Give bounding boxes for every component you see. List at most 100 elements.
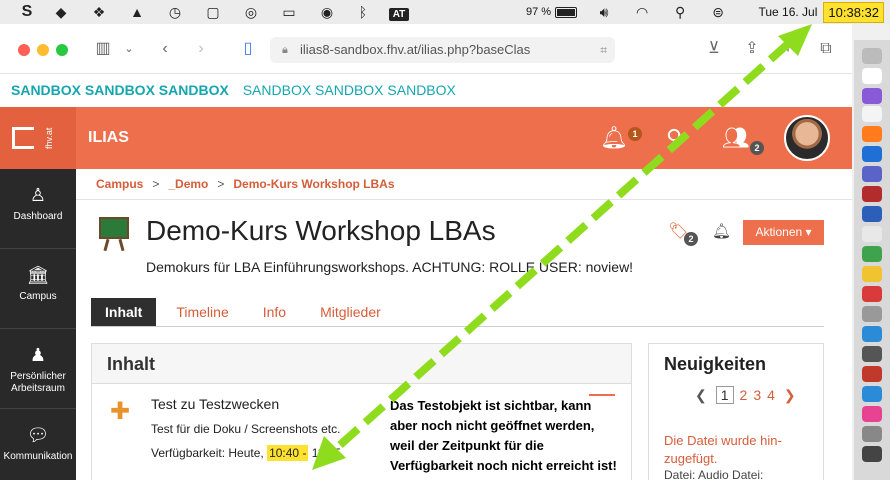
search-icon[interactable]: ⚲ xyxy=(663,4,697,21)
logo-mark-icon xyxy=(12,127,34,149)
contacts-icon[interactable]: 👥︎ xyxy=(722,125,750,151)
mainbar-item-dashboard[interactable]: ♙ Dashboard xyxy=(0,169,76,249)
menu-bar: S ◆ ❖ ▲ ◷ ▢ ◎ ▭ ◉ ᛒ AT 97 % 🔊︎ ◠ ⚲ ⊜ Tue… xyxy=(0,0,890,24)
tab-bar: Inhalt Timeline Info Mitglieder xyxy=(91,298,401,326)
bluetooth-icon[interactable]: ᛒ xyxy=(346,4,380,20)
test-item-availability: Verfügbarkeit: Heute, 10:40 - 11:35 xyxy=(151,443,341,463)
chevron-down-icon[interactable]: ⌄ xyxy=(122,38,136,60)
share-icon[interactable]: ⇪ xyxy=(742,38,762,60)
dock-app-icon[interactable] xyxy=(862,186,882,202)
dock-app-icon[interactable] xyxy=(862,446,882,462)
zoom-window-button[interactable] xyxy=(56,44,68,56)
dock-app-icon[interactable] xyxy=(862,406,882,422)
menu-bar-clock: Tue 16. Jul 10:38:32 xyxy=(758,0,890,24)
dock-app-icon[interactable] xyxy=(862,68,882,84)
dock-app-icon[interactable] xyxy=(862,426,882,442)
control-center-icon[interactable]: ⊜ xyxy=(701,4,735,21)
menu-bar-time[interactable]: 10:38:32 xyxy=(823,1,884,23)
mainbar-item-workspace[interactable]: ♟ Persönlicher Arbeitsraum xyxy=(0,329,76,409)
download-icon[interactable]: ⊻ xyxy=(704,38,724,60)
course-icon-leg xyxy=(103,238,110,252)
dock-app-icon[interactable] xyxy=(862,286,882,302)
clock-icon[interactable]: ◷ xyxy=(156,4,194,21)
battery-icon xyxy=(555,6,578,18)
sidebar-toggle-icon[interactable]: ▥ xyxy=(92,38,114,60)
dock-firefox-icon[interactable] xyxy=(862,126,882,142)
s-app-icon[interactable]: S xyxy=(12,3,42,21)
dock-chrome-icon[interactable] xyxy=(862,246,882,262)
news-pager: ❮ 1 2 3 4 ❯ xyxy=(689,386,802,404)
airdrop-icon[interactable]: ◎ xyxy=(232,4,270,21)
tab-overview-icon[interactable]: ⧉ xyxy=(815,38,837,60)
test-item-title[interactable]: Test zu Testzwecken xyxy=(151,396,279,412)
user-avatar[interactable] xyxy=(784,115,830,161)
pager-prev-icon[interactable]: ❮ xyxy=(695,387,707,404)
pager-page[interactable]: 1 xyxy=(715,386,734,404)
content-panel-heading: Inhalt xyxy=(92,344,631,384)
search-icon[interactable]: ⚲ xyxy=(666,125,682,151)
dock-app-icon[interactable] xyxy=(862,366,882,382)
mainbar-item-campus[interactable]: 🏛︎ Campus xyxy=(0,249,76,329)
translate-icon[interactable]: ⌗ xyxy=(600,37,607,63)
dock-app-icon[interactable] xyxy=(862,226,882,242)
pager-page[interactable]: 3 xyxy=(753,387,761,403)
dock-word-icon[interactable] xyxy=(862,206,882,222)
address-bar[interactable]: 🔒︎ ilias8-sandbox.fhv.at/ilias.php?baseC… xyxy=(270,37,615,63)
pager-page[interactable]: 4 xyxy=(767,387,775,403)
tab-divider xyxy=(91,326,824,327)
tab-timeline[interactable]: Timeline xyxy=(162,298,242,326)
battery-status[interactable]: 97 % 🔊︎ ◠ ⚲ ⊜ xyxy=(526,0,735,24)
brand-title[interactable]: ILIAS xyxy=(88,107,129,169)
notifications-badge: 1 xyxy=(628,127,642,141)
dock-outlook-icon[interactable] xyxy=(862,146,882,162)
dock-teams-icon[interactable] xyxy=(862,166,882,182)
notification-bell-icon[interactable]: 🔔︎ xyxy=(712,222,731,240)
tab-info[interactable]: Info xyxy=(249,298,300,326)
sandbox-banner: SANDBOX SANDBOX SANDBOX SANDBOX SANDBOX … xyxy=(0,74,852,107)
forward-button[interactable]: › xyxy=(192,38,210,60)
keyboard-layout-icon[interactable]: AT xyxy=(380,4,418,21)
fhv-logo[interactable]: fhv.at xyxy=(0,107,76,169)
volume-icon[interactable]: 🔊︎ xyxy=(587,4,621,21)
app-icon[interactable]: ◆ xyxy=(42,4,80,21)
course-icon xyxy=(99,217,129,252)
availability-prefix: Verfügbarkeit: Heute, xyxy=(151,446,268,460)
main-bar: ♙ Dashboard 🏛︎ Campus ♟ Persönlicher Arb… xyxy=(0,169,76,480)
dock-calendar-icon[interactable] xyxy=(862,106,882,122)
mainbar-item-communication[interactable]: 💬︎ Kommunikation xyxy=(0,409,76,480)
new-tab-icon[interactable]: + xyxy=(778,38,798,60)
notifications-bell-icon[interactable]: 🔔︎ xyxy=(600,125,628,151)
breadcrumb-item[interactable]: Demo-Kurs Workshop LBAs xyxy=(233,177,394,191)
main-content: Campus > _Demo > Demo-Kurs Workshop LBAs Dem… xyxy=(76,169,852,480)
minimize-window-button[interactable] xyxy=(37,44,49,56)
menu-bar-date[interactable]: Tue 16. Jul xyxy=(758,5,817,19)
pager-page[interactable]: 2 xyxy=(740,387,748,403)
tab-inhalt[interactable]: Inhalt xyxy=(91,298,157,326)
dock-app-icon[interactable] xyxy=(862,306,882,322)
course-icon-leg xyxy=(118,238,125,252)
close-window-button[interactable] xyxy=(18,44,30,56)
chrome-icon[interactable]: ◉ xyxy=(308,4,346,21)
dock-app-icon[interactable] xyxy=(862,88,882,104)
breadcrumb-item[interactable]: _Demo xyxy=(168,177,208,191)
tab-mitglieder[interactable]: Mitglieder xyxy=(306,298,395,326)
mainbar-item-label: Persönlicher Arbeitsraum xyxy=(10,371,66,394)
news-item-text[interactable]: Die Datei wurde hin-zugefügt. xyxy=(664,432,823,468)
back-button[interactable]: ‹ xyxy=(156,38,174,60)
wifi-icon[interactable]: ◠ xyxy=(625,4,659,21)
dock-finder-icon[interactable] xyxy=(862,48,882,64)
dock-app-icon[interactable] xyxy=(862,326,882,342)
dock-app-icon[interactable] xyxy=(862,386,882,402)
dock-app-icon[interactable] xyxy=(862,266,882,282)
display-icon[interactable]: ▭ xyxy=(270,4,308,21)
pager-next-icon[interactable]: ❯ xyxy=(784,387,796,404)
dropbox-icon[interactable]: ❖ xyxy=(80,4,118,21)
availability-end: 11:35 xyxy=(308,446,341,460)
sandbox-label-primary: SANDBOX SANDBOX SANDBOX xyxy=(11,82,229,98)
drive-icon[interactable]: ▲ xyxy=(118,4,156,20)
actions-dropdown-button[interactable]: Aktionen ▾ xyxy=(743,220,824,245)
dock-app-icon[interactable] xyxy=(862,346,882,362)
menu-bar-icons: S ◆ ❖ ▲ ◷ ▢ ◎ ▭ ◉ ᛒ AT xyxy=(22,0,418,24)
breadcrumb-item[interactable]: Campus xyxy=(96,177,143,191)
window-icon[interactable]: ▢ xyxy=(194,4,232,21)
